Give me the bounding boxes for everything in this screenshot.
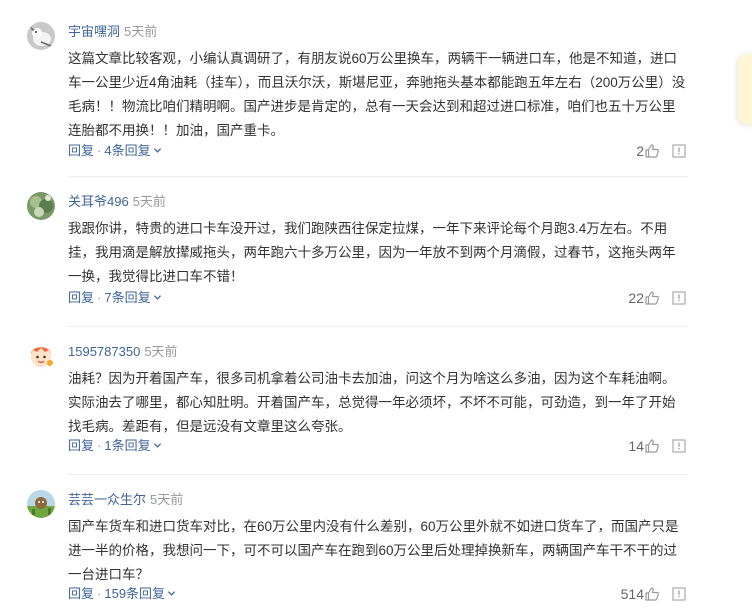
divider [68, 326, 688, 327]
username[interactable]: 关耳爷496 [68, 194, 129, 209]
username[interactable]: 芸芸一众生尔 [68, 492, 146, 507]
replies-count: 159条回复 [104, 586, 166, 601]
comment-feed: 宇宙嘿洞 5天前 这篇文章比较客观，小编认真调研了，有朋友说60万公里换车，两辆干… [0, 0, 752, 614]
replies-count: 4条回复 [104, 143, 151, 158]
comment-meta: 22 [566, 288, 686, 308]
report-icon[interactable] [672, 144, 686, 158]
comment-meta: 514 [566, 584, 686, 604]
separator-dot: · [97, 143, 102, 158]
comment-actions: 回复 · 159条回复 [68, 584, 176, 604]
replies-count: 1条回复 [104, 438, 151, 453]
view-replies-button[interactable]: 7条回复 [104, 290, 161, 305]
thumbs-up-icon[interactable] [644, 586, 660, 602]
comment-text: 油耗？因为开着国产车，很多司机拿着公司油卡去加油，问这个月为啥这么多油，因为这个… [68, 371, 676, 434]
thumbs-up-icon[interactable] [644, 438, 660, 454]
comment-header: 关耳爷496 5天前 [68, 193, 166, 211]
floating-side-tab[interactable] [738, 54, 752, 124]
like-count: 514 [620, 586, 644, 602]
comment-actions: 回复 · 7条回复 [68, 288, 162, 308]
cartoon-avatar-icon[interactable] [27, 342, 55, 370]
comment-actions: 回复 · 4条回复 [68, 141, 162, 161]
plant-avatar-icon[interactable] [27, 192, 55, 220]
divider [68, 474, 688, 475]
separator-dot: · [97, 290, 102, 305]
report-icon[interactable] [672, 439, 686, 453]
like-count: 22 [628, 290, 644, 306]
comment-text: 国产车货车和进口货车对比，在60万公里内没有什么差别，60万公里外就不如进口货车… [68, 519, 679, 582]
separator-dot: · [97, 438, 102, 453]
comment-meta: 2 [566, 141, 686, 161]
timestamp: 5天前 [144, 344, 178, 359]
like-count: 14 [628, 438, 644, 454]
chevron-down-icon [153, 443, 161, 448]
cat-avatar-icon[interactable] [27, 22, 55, 50]
chevron-down-icon [153, 148, 161, 153]
replies-count: 7条回复 [104, 290, 151, 305]
like-count: 2 [636, 143, 644, 159]
separator-dot: · [97, 586, 102, 601]
comment-meta: 14 [566, 436, 686, 456]
comment-header: 1595787350 5天前 [68, 343, 178, 361]
view-replies-button[interactable]: 159条回复 [104, 586, 176, 601]
comment-header: 宇宙嘿洞 5天前 [68, 23, 157, 41]
username[interactable]: 1595787350 [68, 344, 140, 359]
chevron-down-icon [167, 591, 176, 596]
thumbs-up-icon[interactable] [644, 290, 660, 306]
comment-actions: 回复 · 1条回复 [68, 436, 162, 456]
comment-text: 这篇文章比较客观，小编认真调研了，有朋友说60万公里换车，两辆干一辆进口车，他是… [68, 51, 686, 138]
landscape-avatar-icon[interactable] [27, 490, 55, 518]
username[interactable]: 宇宙嘿洞 [68, 24, 120, 39]
timestamp: 5天前 [150, 492, 184, 507]
comment-text: 我跟你讲，特贵的进口卡车没开过，我们跑陕西往保定拉煤，一年下来评论每个月跑3.4… [68, 221, 676, 284]
reply-button[interactable]: 回复 [68, 143, 94, 158]
reply-button[interactable]: 回复 [68, 438, 94, 453]
thumbs-up-icon[interactable] [644, 143, 660, 159]
reply-button[interactable]: 回复 [68, 290, 94, 305]
chevron-down-icon [153, 295, 161, 300]
report-icon[interactable] [672, 291, 686, 305]
view-replies-button[interactable]: 1条回复 [104, 438, 161, 453]
reply-button[interactable]: 回复 [68, 586, 94, 601]
timestamp: 5天前 [132, 194, 166, 209]
timestamp: 5天前 [124, 24, 158, 39]
report-icon[interactable] [672, 587, 686, 601]
comment-header: 芸芸一众生尔 5天前 [68, 491, 183, 509]
view-replies-button[interactable]: 4条回复 [104, 143, 161, 158]
divider [68, 176, 688, 177]
